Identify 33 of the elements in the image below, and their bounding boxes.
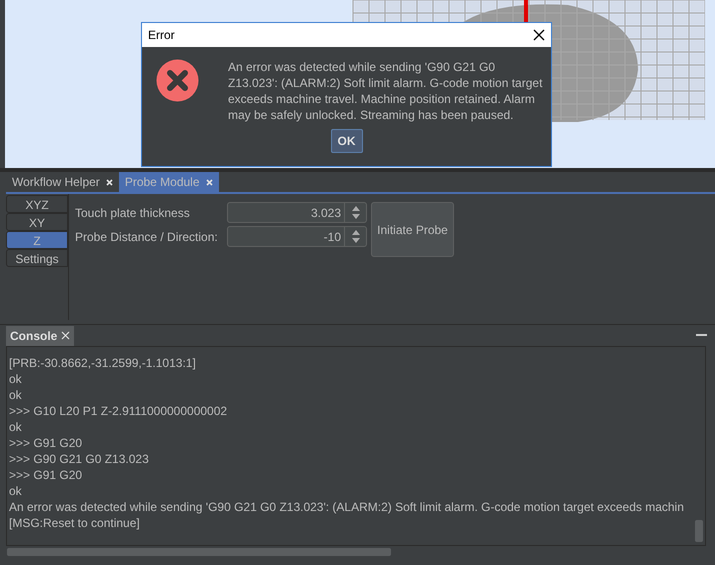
console-line: >>> G90 G21 G0 Z13.023 [9, 451, 150, 467]
console-line: >>> G91 G20 [9, 435, 84, 451]
probe-tab[interactable]: Settings [6, 249, 68, 267]
number-field[interactable]: 3.023 [227, 202, 345, 223]
scrollbar-thumb[interactable] [695, 520, 703, 542]
spinner-arrows-icon[interactable] [350, 205, 360, 220]
console-line: ok [9, 387, 23, 403]
console-line: >>> G91 G20 [9, 467, 84, 483]
number-field[interactable]: -10 [227, 226, 345, 247]
initiate-probe-button[interactable]: Initiate Probe [371, 202, 454, 257]
probe-tab[interactable]: Z [6, 231, 68, 249]
ok-button[interactable]: OK [330, 129, 362, 153]
spinner-arrows-icon[interactable] [350, 229, 360, 244]
error-message: An error was detected while sending 'G90 G21 G0 Z13.023': (ALARM:2) Soft limit alarm. G-code motion target exceeds machine travel. Machine position retained. Alarm may be safely unlocked. Streaming has been paused. [228, 59, 544, 123]
console-tab[interactable]: Console [6, 326, 74, 346]
module-tab[interactable]: Probe Module [118, 172, 219, 192]
probe-tab[interactable]: XYZ [6, 195, 68, 213]
console-line: [MSG:Reset to continue] [9, 515, 141, 531]
module-tab[interactable]: Workflow Helper [6, 172, 119, 192]
console-line: ok [9, 371, 23, 387]
console-line: ok [9, 419, 23, 435]
console-line: >>> G10 L20 P1 Z-2.9111000000000002 [9, 403, 228, 419]
console-line: An error was detected while sending 'G90 G21 G0 Z13.023': (ALARM:2) Soft limit alarm. G-code motion target exceeds machin [9, 499, 685, 515]
field-label: Touch plate thickness [75, 204, 191, 222]
console-line: ok [9, 483, 23, 499]
console-line: [PRB:-30.8662,-31.2599,-1.1013:1] [9, 355, 197, 371]
minimize-icon[interactable] [696, 334, 707, 337]
dialog-title: Error [148, 27, 175, 44]
scrollbar-thumb[interactable] [7, 548, 391, 556]
probe-tab[interactable]: XY [6, 213, 68, 231]
close-icon[interactable] [533, 29, 545, 41]
error-icon [156, 59, 199, 102]
field-label: Probe Distance / Direction: [75, 228, 219, 246]
